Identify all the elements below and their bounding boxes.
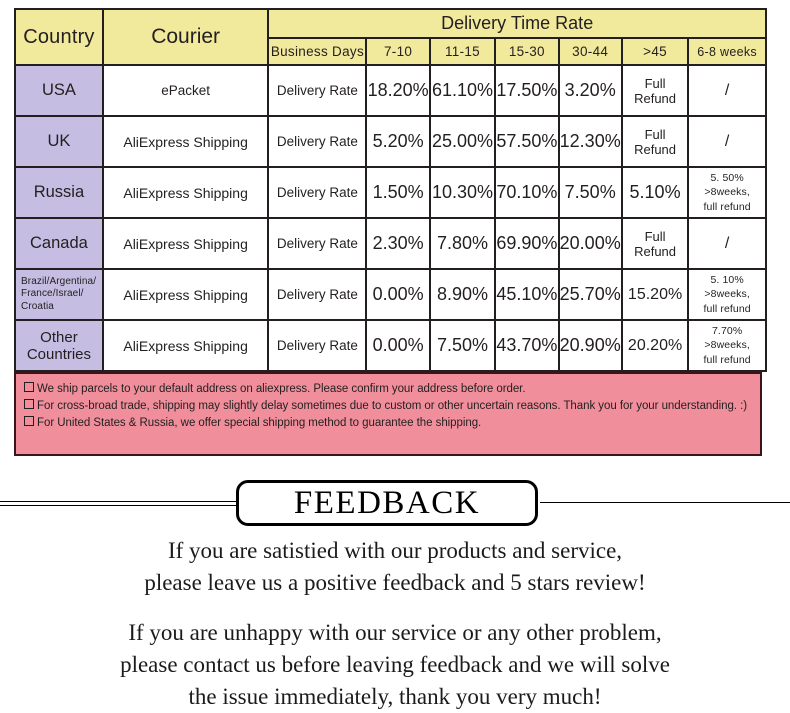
row-value-7-10: 0.00% [365,319,431,372]
row-value-over-45: Full Refund [620,217,690,270]
table-row: Other Countries AliExpress Shipping Deli… [14,319,767,372]
row-rate-label: Delivery Rate [267,217,368,270]
row-country-brazil-group: Brazil/Argentina/ France/Israel/ Croatia [14,268,104,321]
header-range-30-44: 30-44 [557,37,623,66]
row-value-7-10: 0.00% [365,268,431,321]
row-value-over-45: Full Refund [620,115,690,168]
row-value-over-45: 5.10% [620,166,690,219]
note-item: For cross-broad trade, shipping may slig… [24,398,760,415]
feedback-line: please leave us a positive feedback and … [144,570,646,595]
row-courier: ePacket [101,64,270,117]
row-value-over-45: 20.20% [620,319,690,372]
row-value-11-15: 10.30% [428,166,497,219]
shipping-rate-table: Country Courier Delivery Time Rate Busin… [14,7,767,372]
row-value-over-45: Full Refund [620,64,690,117]
table-row: USA ePacket Delivery Rate 18.20% 61.10% … [14,64,767,117]
row-courier: AliExpress Shipping [101,268,270,321]
row-value-30-44: 12.30% [557,115,623,168]
row-courier: AliExpress Shipping [101,166,270,219]
row-value-6-8-weeks: / [687,115,767,168]
row-rate-label: Delivery Rate [267,268,368,321]
row-value-15-30: 57.50% [494,115,560,168]
checkbox-icon [24,382,34,392]
header-courier: Courier [101,8,270,66]
row-value-30-44: 20.90% [557,319,623,372]
row-value-15-30: 70.10% [494,166,560,219]
row-rate-label: Delivery Rate [267,64,368,117]
header-range-6-8-weeks: 6-8 weeks [687,37,767,66]
row-value-7-10: 2.30% [365,217,431,270]
row-country-russia: Russia [14,166,104,219]
feedback-title-badge: FEEDBACK [236,480,538,526]
header-range-15-30: 15-30 [494,37,560,66]
row-value-11-15: 61.10% [428,64,497,117]
row-rate-label: Delivery Rate [267,115,368,168]
row-country-usa: USA [14,64,104,117]
row-country-other: Other Countries [14,319,104,372]
row-value-15-30: 43.70% [494,319,560,372]
row-value-30-44: 7.50% [557,166,623,219]
header-delivery-time-rate: Delivery Time Rate [267,7,767,40]
row-value-30-44: 20.00% [557,217,623,270]
row-value-6-8-weeks: / [687,64,767,117]
feedback-line: If you are unhappy with our service or a… [128,620,662,645]
row-value-11-15: 7.80% [428,217,497,270]
row-value-6-8-weeks: 5. 10% >8weeks, full refund [687,268,767,321]
note-item: For United States & Russia, we offer spe… [24,415,760,432]
row-value-30-44: 25.70% [557,268,623,321]
feedback-title: FEEDBACK [293,484,481,521]
feedback-divider-right [540,502,790,503]
row-courier: AliExpress Shipping [101,319,270,372]
feedback-body: If you are satistied with our products a… [0,535,790,713]
shipping-table-container: Country Courier Delivery Time Rate Busin… [14,7,767,372]
note-item: We ship parcels to your default address … [24,381,760,398]
row-courier: AliExpress Shipping [101,115,270,168]
row-country-uk: UK [14,115,104,168]
table-row: Russia AliExpress Shipping Delivery Rate… [14,166,767,219]
row-value-15-30: 45.10% [494,268,560,321]
note-text: We ship parcels to your default address … [37,383,526,395]
header-country: Country [14,8,104,66]
row-courier: AliExpress Shipping [101,217,270,270]
feedback-line: the issue immediately, thank you very mu… [188,684,602,709]
row-value-7-10: 5.20% [365,115,431,168]
checkbox-icon [24,399,34,409]
row-rate-label: Delivery Rate [267,166,368,219]
row-rate-label: Delivery Rate [267,319,368,372]
table-row: Brazil/Argentina/ France/Israel/ Croatia… [14,268,767,321]
header-range-7-10: 7-10 [365,37,431,66]
row-value-15-30: 17.50% [494,64,560,117]
header-range-11-15: 11-15 [428,37,497,66]
row-value-7-10: 1.50% [365,166,431,219]
row-value-11-15: 8.90% [428,268,497,321]
header-business-days: Business Days [267,37,368,66]
note-text: For United States & Russia, we offer spe… [37,417,482,429]
row-value-30-44: 3.20% [557,64,623,117]
table-row: Canada AliExpress Shipping Delivery Rate… [14,217,767,270]
row-value-over-45: 15.20% [620,268,690,321]
row-value-15-30: 69.90% [494,217,560,270]
feedback-line: If you are satistied with our products a… [167,538,623,563]
row-value-7-10: 18.20% [365,64,431,117]
table-header-row-1: Country Courier Delivery Time Rate [14,7,767,66]
row-value-6-8-weeks: / [687,217,767,270]
note-text: For cross-broad trade, shipping may slig… [37,400,748,412]
row-value-6-8-weeks: 5. 50% >8weeks, full refund [687,166,767,219]
row-country-canada: Canada [14,217,104,270]
feedback-line: please contact us before leaving feedbac… [120,652,670,677]
table-row: UK AliExpress Shipping Delivery Rate 5.2… [14,115,767,168]
row-value-11-15: 25.00% [428,115,497,168]
header-range-over-45: >45 [620,37,690,66]
shipping-notes-box: We ship parcels to your default address … [14,372,762,456]
feedback-divider-left [0,501,252,506]
checkbox-icon [24,416,34,426]
row-value-11-15: 7.50% [428,319,497,372]
row-value-6-8-weeks: 7.70% >8weeks, full refund [687,319,767,372]
